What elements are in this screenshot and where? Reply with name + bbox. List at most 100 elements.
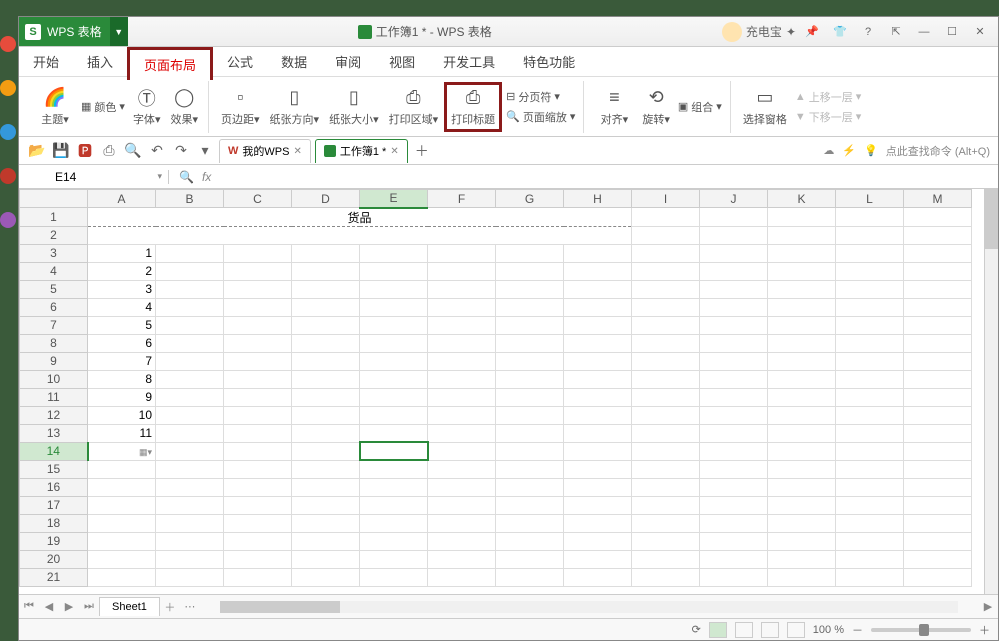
row-header-9[interactable]: 9	[20, 352, 88, 370]
cell-E20[interactable]	[360, 550, 428, 568]
cell-L3[interactable]	[836, 244, 904, 262]
cell-A14[interactable]: ▦▾	[88, 442, 156, 460]
cell-B18[interactable]	[156, 514, 224, 532]
cell-C6[interactable]	[224, 298, 292, 316]
view-normal-button[interactable]	[709, 622, 727, 638]
cell-D18[interactable]	[292, 514, 360, 532]
cell-E16[interactable]	[360, 478, 428, 496]
cell-L11[interactable]	[836, 388, 904, 406]
cell-M6[interactable]	[904, 298, 972, 316]
cell-E5[interactable]	[360, 280, 428, 298]
menu-start[interactable]: 开始	[19, 47, 73, 76]
col-header-A[interactable]: A	[88, 190, 156, 208]
export-icon[interactable]: ⇱	[884, 22, 908, 42]
row-header-2[interactable]: 2	[20, 226, 88, 244]
cell-H8[interactable]	[564, 334, 632, 352]
cell-B12[interactable]	[156, 406, 224, 424]
cell-L4[interactable]	[836, 262, 904, 280]
row-header-16[interactable]: 16	[20, 478, 88, 496]
cell-J3[interactable]	[700, 244, 768, 262]
cell-M16[interactable]	[904, 478, 972, 496]
cell-K18[interactable]	[768, 514, 836, 532]
cell-E21[interactable]	[360, 568, 428, 586]
cell-K8[interactable]	[768, 334, 836, 352]
menu-data[interactable]: 数据	[267, 47, 321, 76]
cell-H9[interactable]	[564, 352, 632, 370]
cell-I17[interactable]	[632, 496, 700, 514]
cell-M4[interactable]	[904, 262, 972, 280]
scroll-thumb[interactable]	[985, 189, 998, 249]
cell-I15[interactable]	[632, 460, 700, 478]
cell-M19[interactable]	[904, 532, 972, 550]
cell[interactable]	[632, 208, 700, 227]
cell-D21[interactable]	[292, 568, 360, 586]
cell-C7[interactable]	[224, 316, 292, 334]
cell-M10[interactable]	[904, 370, 972, 388]
cell-I18[interactable]	[632, 514, 700, 532]
cell-G12[interactable]	[496, 406, 564, 424]
row-header-17[interactable]: 17	[20, 496, 88, 514]
cell-G18[interactable]	[496, 514, 564, 532]
cell-I10[interactable]	[632, 370, 700, 388]
cell-K20[interactable]	[768, 550, 836, 568]
cell-B15[interactable]	[156, 460, 224, 478]
col-header-B[interactable]: B	[156, 190, 224, 208]
col-header-E[interactable]: E	[360, 190, 428, 208]
row-header-1[interactable]: 1	[20, 208, 88, 227]
zoom-level[interactable]: 100 %	[813, 624, 844, 636]
cell-F10[interactable]	[428, 370, 496, 388]
cell-F12[interactable]	[428, 406, 496, 424]
cell-A10[interactable]: 8	[88, 370, 156, 388]
open-icon[interactable]: 📂	[27, 141, 47, 161]
cell-F9[interactable]	[428, 352, 496, 370]
cell-B17[interactable]	[156, 496, 224, 514]
cell-J12[interactable]	[700, 406, 768, 424]
printarea-button[interactable]: ⎙ 打印区域▾	[385, 82, 443, 132]
cell-reference-box[interactable]: E14▾	[49, 170, 169, 184]
cell-H13[interactable]	[564, 424, 632, 442]
pagebreak-button[interactable]: ⊟ 分页符▾	[504, 88, 577, 106]
cell-B3[interactable]	[156, 244, 224, 262]
cell-D5[interactable]	[292, 280, 360, 298]
row-header-7[interactable]: 7	[20, 316, 88, 334]
row-header-4[interactable]: 4	[20, 262, 88, 280]
size-button[interactable]: ▯ 纸张大小▾	[325, 82, 383, 132]
cell-L15[interactable]	[836, 460, 904, 478]
cell-L13[interactable]	[836, 424, 904, 442]
cell-I6[interactable]	[632, 298, 700, 316]
cell-J13[interactable]	[700, 424, 768, 442]
cell-D10[interactable]	[292, 370, 360, 388]
close-icon[interactable]: ✕	[293, 146, 301, 157]
cell-F19[interactable]	[428, 532, 496, 550]
cell-A6[interactable]: 4	[88, 298, 156, 316]
cell-F21[interactable]	[428, 568, 496, 586]
add-sheet-button[interactable]: ＋	[160, 597, 180, 617]
cell-M8[interactable]	[904, 334, 972, 352]
cell-H17[interactable]	[564, 496, 632, 514]
cell-G6[interactable]	[496, 298, 564, 316]
cell-C20[interactable]	[224, 550, 292, 568]
cell-H11[interactable]	[564, 388, 632, 406]
cell-B11[interactable]	[156, 388, 224, 406]
cell-H21[interactable]	[564, 568, 632, 586]
cell-B19[interactable]	[156, 532, 224, 550]
cell-F15[interactable]	[428, 460, 496, 478]
cell-H4[interactable]	[564, 262, 632, 280]
cell-H16[interactable]	[564, 478, 632, 496]
menu-insert[interactable]: 插入	[73, 47, 127, 76]
cell-I13[interactable]	[632, 424, 700, 442]
vertical-scrollbar[interactable]	[984, 189, 998, 594]
cell-E13[interactable]	[360, 424, 428, 442]
cell-A16[interactable]	[88, 478, 156, 496]
cell-B4[interactable]	[156, 262, 224, 280]
cell-J9[interactable]	[700, 352, 768, 370]
cell-L18[interactable]	[836, 514, 904, 532]
row-header-3[interactable]: 3	[20, 244, 88, 262]
cell-L8[interactable]	[836, 334, 904, 352]
cell-H19[interactable]	[564, 532, 632, 550]
cell-G9[interactable]	[496, 352, 564, 370]
cell-I7[interactable]	[632, 316, 700, 334]
cell[interactable]	[768, 226, 836, 244]
cell-A13[interactable]: 11	[88, 424, 156, 442]
cell-L21[interactable]	[836, 568, 904, 586]
